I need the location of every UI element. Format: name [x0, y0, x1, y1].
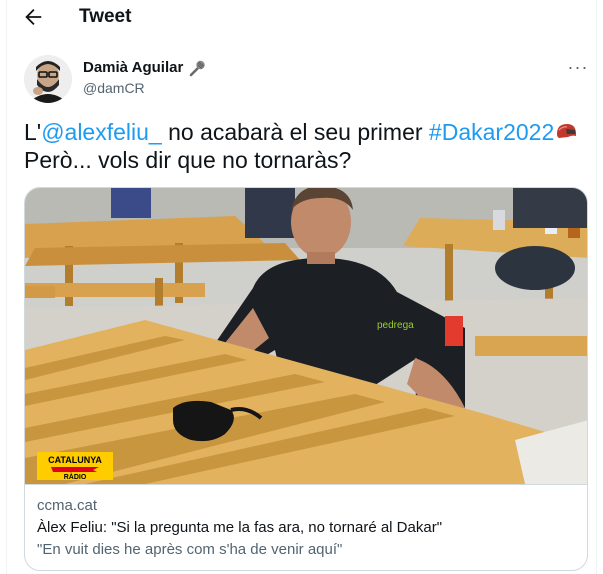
card-info: ccma.cat Àlex Feliu: "Si la pregunta me …	[25, 484, 587, 570]
microphone-icon	[189, 60, 205, 77]
svg-text:CATALUNYA: CATALUNYA	[48, 455, 102, 465]
tweet-text-line2: Però... vols dir que no tornaràs?	[24, 147, 352, 173]
author-handle[interactable]: @damCR	[83, 80, 145, 96]
more-options-icon[interactable]: ···	[567, 56, 589, 78]
mention-link[interactable]: @alexfeliu_	[41, 119, 162, 145]
tweet-text-middle: no acabarà el seu primer	[161, 119, 429, 145]
arrow-left-icon[interactable]	[22, 6, 44, 28]
svg-text:RÀDIO: RÀDIO	[64, 472, 87, 480]
svg-text:pedrega: pedrega	[377, 320, 414, 331]
catalunya-radio-logo: CATALUNYA RÀDIO	[37, 452, 113, 480]
card-title[interactable]: Àlex Feliu: "Si la pregunta me la fas ar…	[37, 519, 442, 536]
card-description: "En vuit dies he après com s'ha de venir…	[37, 541, 343, 558]
card-image: pedrega	[25, 188, 587, 484]
avatar[interactable]	[24, 55, 72, 103]
hashtag-link[interactable]: #Dakar2022	[429, 119, 554, 145]
page-header: Tweet	[0, 0, 603, 36]
author-name[interactable]: Damià Aguilar	[83, 59, 183, 76]
card-domain: ccma.cat	[37, 497, 98, 514]
avatar-photo	[24, 55, 72, 103]
link-card[interactable]: pedrega CATALUNYA RÀDIO ccma.cat Àlex Fe…	[24, 187, 588, 571]
helmet-icon	[557, 124, 577, 138]
tweet-text: L'@alexfeliu_ no acabarà el seu primer #…	[24, 118, 584, 174]
tweet-text-prefix: L'	[24, 119, 42, 145]
page-title: Tweet	[79, 6, 132, 27]
